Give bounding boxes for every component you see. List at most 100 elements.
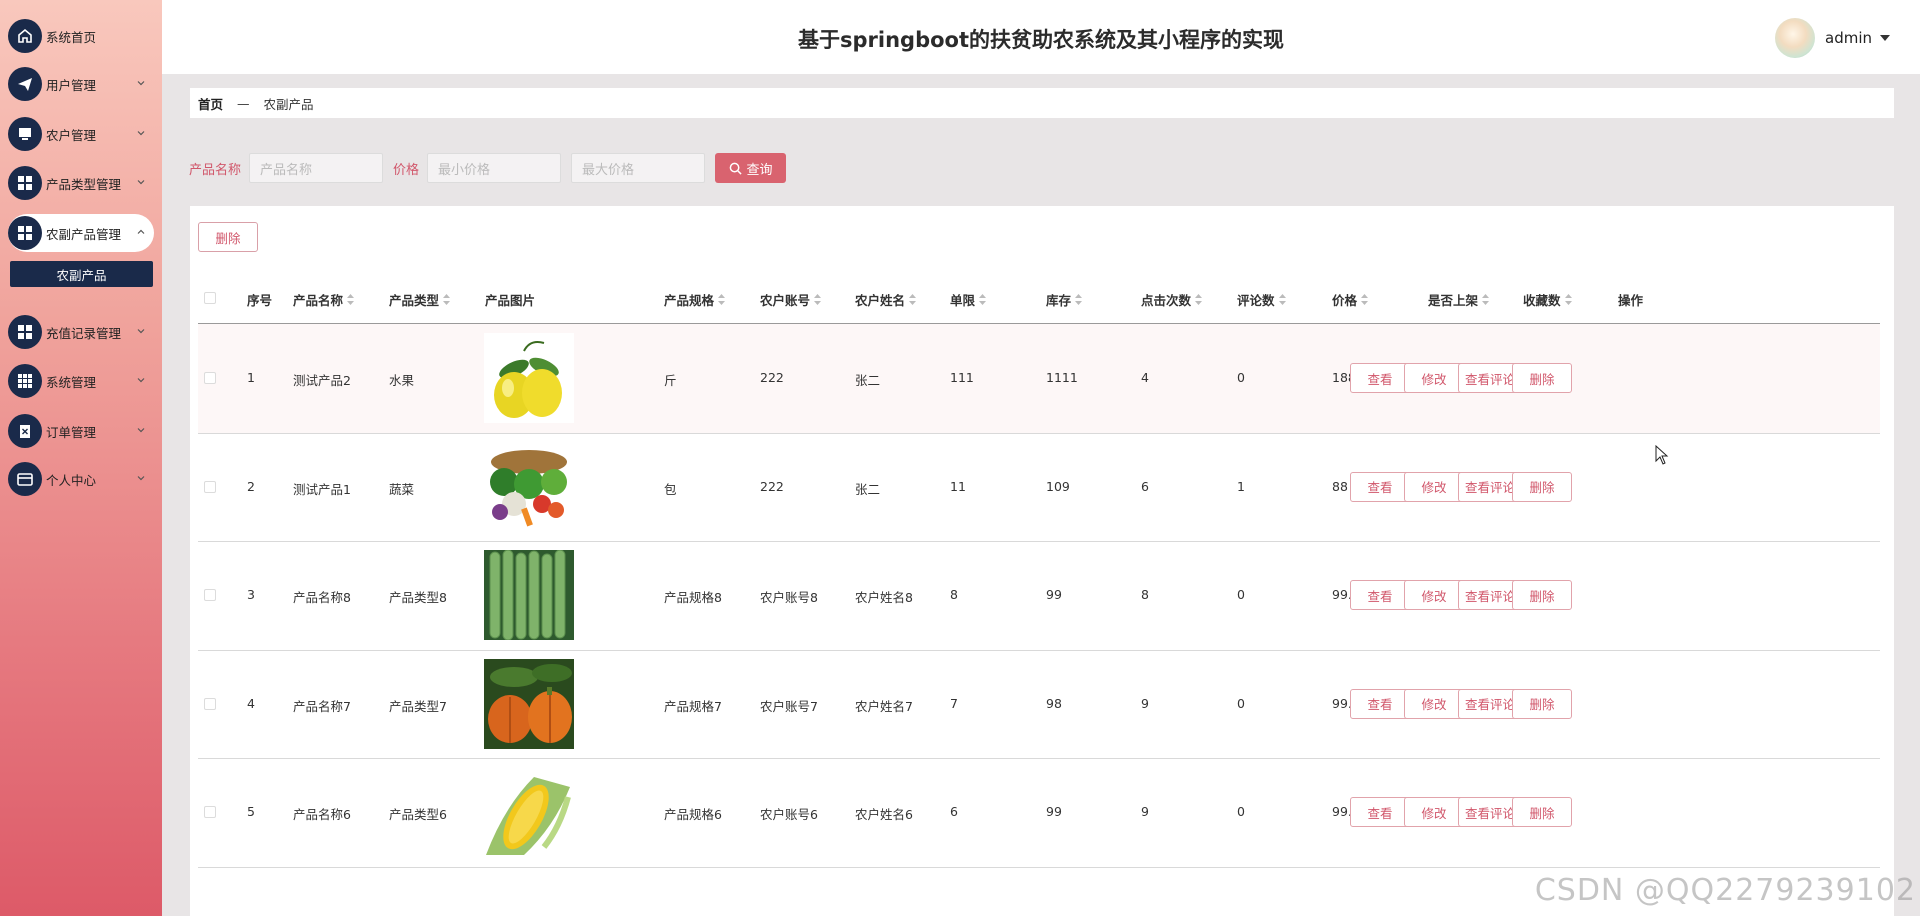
sort-icon xyxy=(443,294,451,305)
user-menu[interactable]: admin xyxy=(1775,18,1890,58)
delete-button[interactable]: 删除 xyxy=(1512,797,1572,828)
cell-spec: 产品规格8 xyxy=(664,590,722,606)
apps-icon xyxy=(8,364,42,398)
row-checkbox[interactable] xyxy=(204,806,216,819)
sort-icon xyxy=(1482,294,1490,305)
row-checkbox[interactable] xyxy=(204,697,216,710)
caret-down-icon xyxy=(1880,35,1890,41)
cell-comments: 0 xyxy=(1237,695,1245,711)
edit-button[interactable]: 修改 xyxy=(1404,688,1464,719)
chevron-down-icon xyxy=(137,428,145,433)
cell-spec: 产品规格7 xyxy=(664,698,722,714)
cell-spec: 产品规格6 xyxy=(664,807,722,823)
sort-icon xyxy=(909,294,917,305)
cell-farmer: 张二 xyxy=(855,373,881,389)
col-header-limit[interactable]: 单限 xyxy=(950,290,987,309)
col-header-spec[interactable]: 产品规格 xyxy=(664,290,726,309)
col-header-actions: 操作 xyxy=(1618,293,1644,308)
row-divider xyxy=(198,541,1880,542)
product-image[interactable] xyxy=(484,658,574,749)
col-header-stock[interactable]: 库存 xyxy=(1046,290,1083,309)
col-header-on-shelf[interactable]: 是否上架 xyxy=(1428,290,1490,309)
cell-account: 222 xyxy=(760,478,784,494)
delete-button[interactable]: 删除 xyxy=(1512,688,1572,719)
product-image[interactable] xyxy=(484,767,574,858)
view-button[interactable]: 查看 xyxy=(1350,363,1410,394)
sidebar-item-recharge[interactable]: 充值记录管理 xyxy=(8,313,154,351)
sidebar: 系统首页 用户管理 农户管理 产品类型管理 农副产品管理 农副产品 充值记录管理… xyxy=(0,0,162,916)
cell-name: 产品名称6 xyxy=(293,807,351,823)
cell-type: 产品类型7 xyxy=(389,698,447,714)
view-button[interactable]: 查看 xyxy=(1350,797,1410,828)
delete-button[interactable]: 删除 xyxy=(1512,471,1572,502)
col-header-account[interactable]: 农户账号 xyxy=(760,290,822,309)
cell-spec: 包 xyxy=(664,481,677,497)
row-divider xyxy=(198,866,1880,868)
chevron-down-icon xyxy=(137,378,145,383)
cell-type: 产品类型8 xyxy=(389,590,447,606)
cell-account: 农户账号6 xyxy=(760,807,818,823)
sidebar-item-home[interactable]: 系统首页 xyxy=(8,17,154,55)
edit-button[interactable]: 修改 xyxy=(1404,580,1464,611)
cell-name: 产品名称7 xyxy=(293,698,351,714)
cell-account: 222 xyxy=(760,370,784,386)
col-header-farmer[interactable]: 农户姓名 xyxy=(855,290,917,309)
col-header-clicks[interactable]: 点击次数 xyxy=(1141,290,1203,309)
sidebar-item-system[interactable]: 系统管理 xyxy=(8,362,154,400)
sidebar-item-label: 系统首页 xyxy=(46,29,97,45)
avatar xyxy=(1775,18,1815,58)
product-image[interactable] xyxy=(484,549,574,641)
max-price-input[interactable]: 最大价格 xyxy=(571,153,706,183)
view-button[interactable]: 查看 xyxy=(1350,471,1410,502)
col-header-price[interactable]: 价格 xyxy=(1332,290,1369,309)
row-checkbox[interactable] xyxy=(204,589,216,602)
cell-spec: 斤 xyxy=(664,373,677,389)
select-all-checkbox[interactable] xyxy=(204,292,216,304)
sidebar-subitem-products[interactable]: 农副产品 xyxy=(10,261,153,287)
view-button[interactable]: 查看 xyxy=(1350,688,1410,719)
sidebar-item-products[interactable]: 农副产品管理 xyxy=(8,214,154,252)
row-checkbox[interactable] xyxy=(204,372,216,385)
delete-button[interactable]: 删除 xyxy=(1512,363,1572,394)
col-header-favs[interactable]: 收藏数 xyxy=(1523,290,1572,309)
col-header-type[interactable]: 产品类型 xyxy=(389,290,451,309)
col-header-name[interactable]: 产品名称 xyxy=(293,290,355,309)
product-image[interactable] xyxy=(484,441,574,532)
chevron-down-icon xyxy=(137,180,145,185)
cell-limit: 111 xyxy=(950,370,974,386)
sidebar-item-product-types[interactable]: 产品类型管理 xyxy=(8,164,154,202)
cell-comments: 0 xyxy=(1237,587,1245,603)
edit-button[interactable]: 修改 xyxy=(1404,363,1464,394)
username: admin xyxy=(1825,29,1872,47)
edit-button[interactable]: 修改 xyxy=(1404,797,1464,828)
product-image[interactable] xyxy=(484,333,574,424)
grid-icon xyxy=(8,216,42,250)
cell-limit: 7 xyxy=(950,695,958,711)
sidebar-item-users[interactable]: 用户管理 xyxy=(8,65,154,103)
sidebar-item-profile[interactable]: 个人中心 xyxy=(8,460,154,498)
delete-button[interactable]: 删除 xyxy=(1512,580,1572,611)
col-header-comments[interactable]: 评论数 xyxy=(1237,290,1286,309)
cell-account: 农户账号8 xyxy=(760,590,818,606)
min-price-input[interactable]: 最小价格 xyxy=(427,153,562,183)
row-divider xyxy=(198,758,1880,759)
sidebar-item-label: 农副产品管理 xyxy=(46,226,122,242)
grid-icon xyxy=(8,315,42,349)
breadcrumb: 首页 — 农副产品 xyxy=(190,88,1894,118)
query-button[interactable]: 查询 xyxy=(715,153,787,183)
product-name-input[interactable]: 产品名称 xyxy=(249,153,384,183)
row-checkbox[interactable] xyxy=(204,480,216,493)
sidebar-item-label: 充值记录管理 xyxy=(46,325,122,341)
view-button[interactable]: 查看 xyxy=(1350,580,1410,611)
bulk-delete-button[interactable]: 删除 xyxy=(198,222,258,252)
sidebar-item-farmers[interactable]: 农户管理 xyxy=(8,115,154,153)
row-divider xyxy=(198,649,1880,651)
edit-button[interactable]: 修改 xyxy=(1404,471,1464,502)
col-header-no: 序号 xyxy=(247,293,273,308)
wallet-icon xyxy=(8,462,42,496)
cell-farmer: 农户姓名8 xyxy=(855,590,913,606)
sort-icon xyxy=(347,294,355,305)
sidebar-item-orders[interactable]: 订单管理 xyxy=(8,412,154,450)
breadcrumb-home[interactable]: 首页 xyxy=(198,94,223,113)
query-button-label: 查询 xyxy=(746,162,773,178)
